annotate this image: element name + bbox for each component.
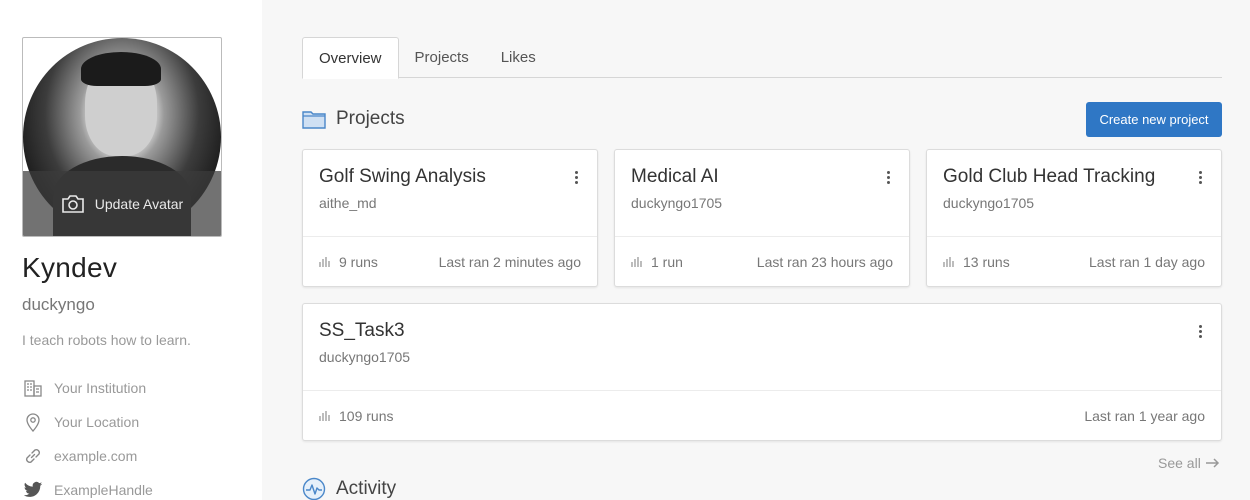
update-avatar-label: Update Avatar (94, 195, 184, 212)
profile-bio: I teach robots how to learn. (22, 332, 191, 348)
project-last-ran: Last ran 23 hours ago (756, 253, 893, 270)
project-owner: duckyngo1705 (943, 195, 1035, 211)
avatar[interactable]: Update Avatar (22, 37, 222, 237)
project-run-count: 1 run (651, 253, 683, 270)
bar-chart-icon (319, 410, 332, 422)
project-card-footer: 9 runs Last ran 2 minutes ago (303, 236, 597, 286)
project-owner: duckyngo1705 (319, 349, 411, 365)
activity-icon (302, 477, 326, 500)
location-pin-icon (22, 412, 44, 432)
project-card[interactable]: Gold Club Head Tracking duckyngo1705 13 … (926, 149, 1222, 287)
bar-chart-icon (943, 256, 956, 268)
project-card[interactable]: Golf Swing Analysis aithe_md 9 runs Last… (302, 149, 598, 287)
project-title[interactable]: Golf Swing Analysis (319, 166, 486, 188)
project-card[interactable]: Medical AI duckyngo1705 1 run Last ran 2… (614, 149, 910, 287)
profile-twitter[interactable]: ExampleHandle (22, 480, 153, 500)
profile-main: Overview Projects Likes Projects Create … (262, 0, 1250, 500)
project-last-ran: Last ran 2 minutes ago (438, 253, 581, 270)
profile-tabs: Overview Projects Likes (302, 37, 1222, 79)
project-title[interactable]: Medical AI (631, 166, 719, 188)
project-owner: duckyngo1705 (631, 195, 723, 211)
activity-section-title: Activity (336, 478, 397, 499)
building-icon (22, 378, 44, 398)
project-last-ran: Last ran 1 day ago (1089, 253, 1205, 270)
see-all-projects-link[interactable]: See all (1158, 455, 1220, 471)
profile-location[interactable]: Your Location (22, 412, 139, 432)
tab-projects[interactable]: Projects (399, 37, 485, 78)
project-card-footer: 109 runs Last ran 1 year ago (303, 390, 1221, 440)
see-all-label: See all (1158, 455, 1201, 471)
more-options-icon[interactable] (1193, 322, 1207, 340)
project-run-count: 109 runs (339, 407, 394, 424)
arrow-right-icon (1205, 458, 1220, 468)
bar-chart-icon (631, 256, 644, 268)
folder-icon (302, 109, 326, 129)
project-last-ran: Last ran 1 year ago (1084, 407, 1205, 424)
project-title[interactable]: Gold Club Head Tracking (943, 166, 1155, 188)
profile-username: duckyngo (22, 295, 95, 314)
project-card[interactable]: SS_Task3 duckyngo1705 109 runs Last ran … (302, 303, 1222, 441)
create-new-project-button[interactable]: Create new project (1086, 102, 1222, 137)
tab-overview[interactable]: Overview (302, 37, 399, 79)
profile-display-name: Kyndev (22, 252, 118, 283)
project-owner: aithe_md (319, 195, 377, 211)
projects-section-title: Projects (336, 108, 405, 129)
activity-section-header: Activity (302, 477, 396, 500)
update-avatar-button[interactable]: Update Avatar (23, 171, 221, 236)
more-options-icon[interactable] (1193, 168, 1207, 186)
project-run-count: 13 runs (963, 253, 1010, 270)
profile-institution[interactable]: Your Institution (22, 378, 146, 398)
bar-chart-icon (319, 256, 332, 268)
project-card-footer: 1 run Last ran 23 hours ago (615, 236, 909, 286)
twitter-icon (22, 480, 44, 500)
project-run-count: 9 runs (339, 253, 378, 270)
project-title[interactable]: SS_Task3 (319, 320, 405, 342)
project-card-footer: 13 runs Last ran 1 day ago (927, 236, 1221, 286)
tab-likes[interactable]: Likes (485, 37, 552, 78)
camera-icon (61, 194, 85, 213)
more-options-icon[interactable] (569, 168, 583, 186)
more-options-icon[interactable] (881, 168, 895, 186)
link-icon (22, 446, 44, 466)
profile-sidebar: Update Avatar Kyndev duckyngo I teach ro… (0, 0, 262, 500)
projects-section-header: Projects (302, 108, 405, 130)
profile-website[interactable]: example.com (22, 446, 137, 466)
